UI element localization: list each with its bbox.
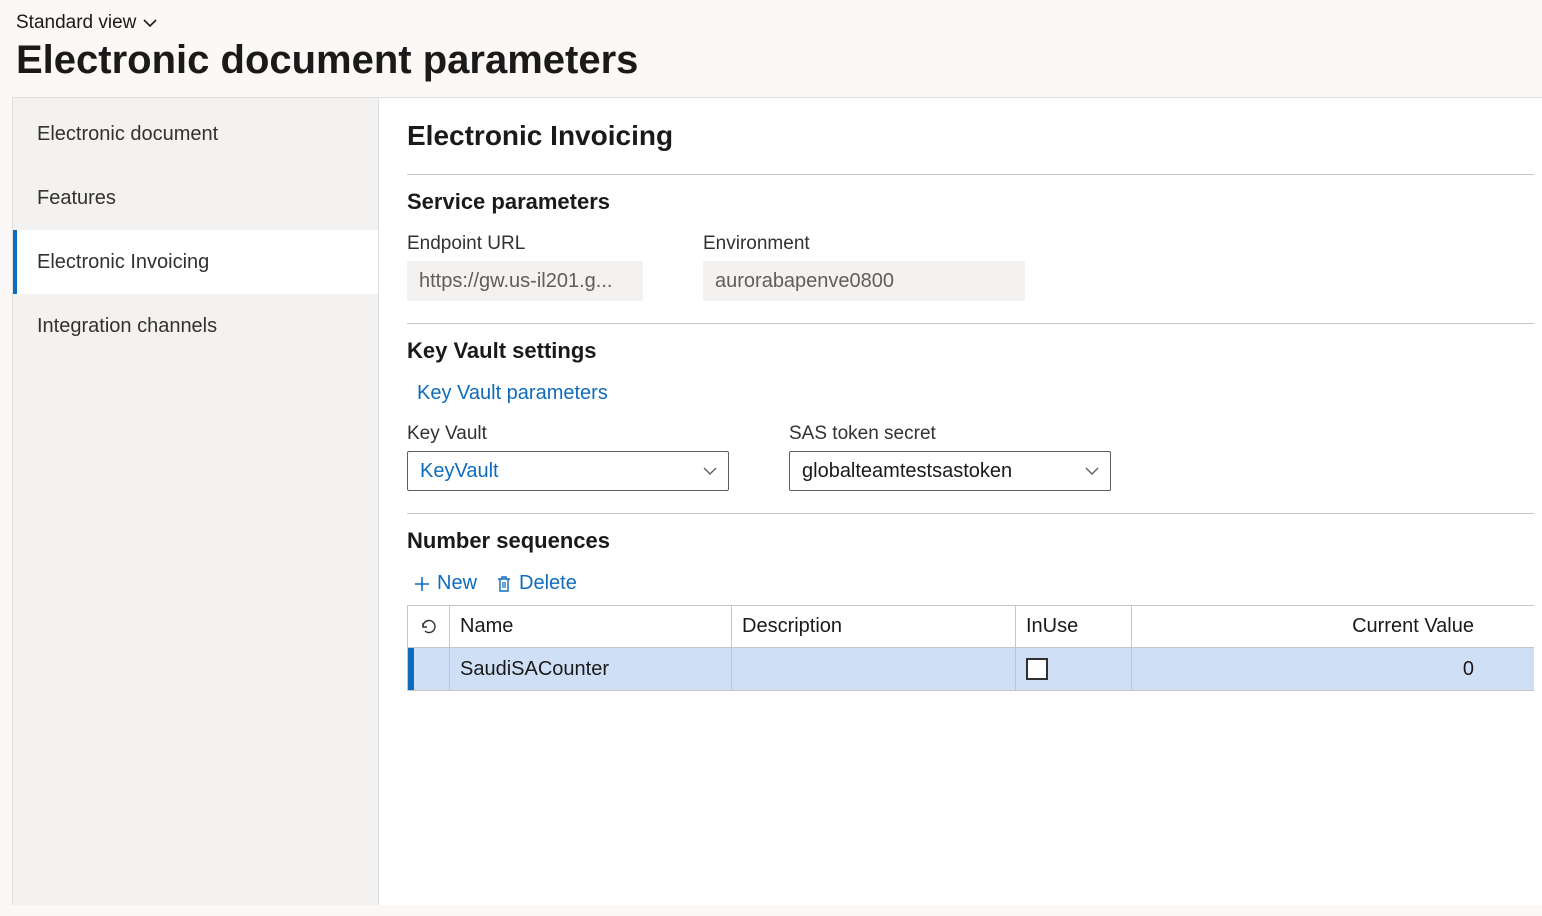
refresh-icon <box>419 617 439 637</box>
column-header-description[interactable]: Description <box>732 606 1016 648</box>
refresh-column-header[interactable] <box>408 606 450 648</box>
inuse-checkbox[interactable] <box>1026 658 1048 680</box>
column-header-name[interactable]: Name <box>450 606 732 648</box>
key-vault-value: KeyVault <box>420 460 499 483</box>
main-title: Electronic Invoicing <box>407 120 1542 152</box>
key-vault-label: Key Vault <box>407 423 729 445</box>
endpoint-url-value: https://gw.us-il201.g... <box>419 270 612 293</box>
trash-icon <box>495 575 513 593</box>
row-selector-cell[interactable] <box>414 648 450 690</box>
sidebar-item-features[interactable]: Features <box>13 166 378 230</box>
key-vault-parameters-link[interactable]: Key Vault parameters <box>417 382 608 405</box>
cell-name[interactable]: SaudiSACounter <box>450 648 732 690</box>
section-heading-service-parameters: Service parameters <box>407 189 1534 215</box>
endpoint-url-label: Endpoint URL <box>407 233 643 255</box>
new-button[interactable]: New <box>413 572 477 595</box>
environment-value: aurorabapenve0800 <box>715 270 894 293</box>
cell-inuse[interactable] <box>1016 648 1132 690</box>
key-vault-dropdown[interactable]: KeyVault <box>407 451 729 491</box>
sas-token-secret-dropdown[interactable]: globalteamtestsastoken <box>789 451 1111 491</box>
view-switcher[interactable]: Standard view <box>16 12 158 34</box>
sas-token-secret-value: globalteamtestsastoken <box>802 460 1012 483</box>
sidebar-item-electronic-invoicing[interactable]: Electronic Invoicing <box>13 230 378 294</box>
sidebar-item-label: Integration channels <box>37 315 217 338</box>
sidebar-item-label: Features <box>37 187 116 210</box>
sidebar: Electronic document Features Electronic … <box>13 98 379 905</box>
view-switcher-label: Standard view <box>16 12 136 34</box>
delete-button[interactable]: Delete <box>495 572 577 595</box>
plus-icon <box>413 575 431 593</box>
sidebar-item-label: Electronic Invoicing <box>37 251 209 274</box>
delete-button-label: Delete <box>519 572 577 595</box>
column-header-current-value[interactable]: Current Value <box>1132 606 1534 648</box>
sidebar-item-integration-channels[interactable]: Integration channels <box>13 294 378 358</box>
environment-field[interactable]: aurorabapenve0800 <box>703 261 1025 301</box>
cell-description[interactable] <box>732 648 1016 690</box>
chevron-down-icon <box>1084 463 1100 479</box>
endpoint-url-field[interactable]: https://gw.us-il201.g... <box>407 261 643 301</box>
chevron-down-icon <box>142 15 158 31</box>
number-sequences-grid: Name Description InUse Current Value Sau… <box>407 605 1534 691</box>
page-title: Electronic document parameters <box>16 38 1526 83</box>
chevron-down-icon <box>702 463 718 479</box>
section-heading-number-sequences: Number sequences <box>407 528 1534 554</box>
table-row[interactable]: SaudiSACounter 0 <box>408 648 1534 690</box>
sas-token-secret-label: SAS token secret <box>789 423 1111 445</box>
new-button-label: New <box>437 572 477 595</box>
grid-header: Name Description InUse Current Value <box>408 606 1534 648</box>
environment-label: Environment <box>703 233 1025 255</box>
section-number-sequences: Number sequences New Delete <box>407 513 1534 713</box>
cell-current-value[interactable]: 0 <box>1132 648 1534 690</box>
column-header-inuse[interactable]: InUse <box>1016 606 1132 648</box>
section-service-parameters: Service parameters Endpoint URL https://… <box>407 174 1534 323</box>
sidebar-item-electronic-document[interactable]: Electronic document <box>13 102 378 166</box>
sidebar-item-label: Electronic document <box>37 123 218 146</box>
section-heading-key-vault: Key Vault settings <box>407 338 1534 364</box>
main-panel: Electronic Invoicing Service parameters … <box>379 98 1542 905</box>
section-key-vault-settings: Key Vault settings Key Vault parameters … <box>407 323 1534 513</box>
